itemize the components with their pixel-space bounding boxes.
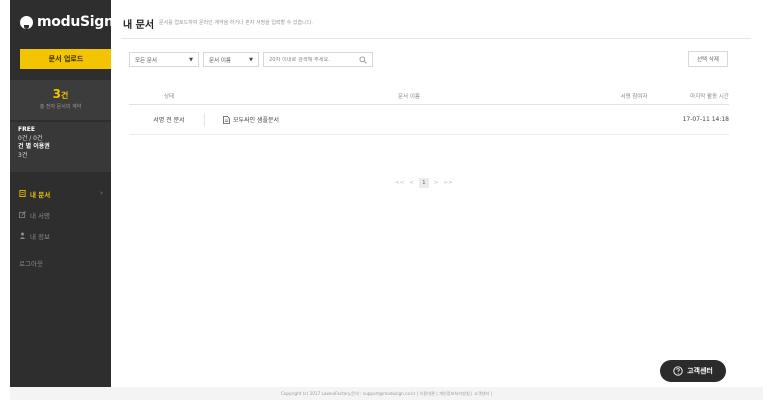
contract-count-label: 총 전자 문서의 계약 — [39, 104, 82, 110]
footer-link-support[interactable]: 고객센터 — [474, 391, 489, 397]
customer-center-button[interactable]: 고객센터 — [660, 360, 726, 382]
title-divider — [121, 38, 751, 39]
document-icon — [223, 115, 230, 124]
upload-document-button[interactable]: 문서 업로드 — [20, 49, 112, 69]
plan-monthly-value: 3건 — [18, 151, 28, 159]
search-field-select[interactable]: 문서 이름 ▼ — [203, 52, 259, 67]
logo[interactable]: moduSign — [20, 12, 114, 32]
plan-monthly-label: 건 별 이용권 — [18, 143, 50, 150]
next-page-button[interactable]: > — [434, 180, 439, 186]
footer-copyright: Copyright (c) 2017 LawnoFactory.문의 : sup… — [280, 390, 416, 396]
signature-pen-icon — [19, 211, 26, 218]
sidebar-item-label: 내 문서 — [30, 190, 51, 199]
customer-center-label: 고객센터 — [687, 367, 713, 375]
plan-usage: 0건 / 0건 — [18, 134, 43, 142]
status-filter-value: 모든 문서 — [135, 57, 157, 64]
sidebar-item-my-signatures[interactable]: 내 서명 — [10, 204, 111, 225]
header-last-activity[interactable]: 마지막 활동 시간 — [669, 92, 729, 100]
header-document-name[interactable]: 문서 이름 — [389, 92, 429, 100]
chevron-right-icon: › — [100, 189, 103, 197]
logo-text: moduSign — [37, 14, 114, 30]
search-icon[interactable] — [359, 55, 367, 64]
last-page-button[interactable]: >> — [443, 180, 452, 186]
contract-stats: 3건 총 전자 문서의 계약 — [10, 80, 111, 120]
delete-selected-button[interactable]: 선택 삭제 — [688, 51, 728, 67]
table-header: 상태 문서 이름 서명 참여자 마지막 활동 시간 — [129, 87, 729, 105]
caret-down-icon: ▼ — [189, 56, 193, 63]
sidebar: moduSign 문서 업로드 3건 총 전자 문서의 계약 FREE 0건 /… — [10, 0, 114, 387]
search-box — [263, 52, 373, 67]
sidebar-item-my-documents[interactable]: 내 문서 › — [10, 183, 111, 204]
main-content: 내 문서 문서를 업로드하여 온라인 계약을 하거나 혼자 서명을 입력할 수 … — [111, 0, 763, 387]
header-status[interactable]: 상태 — [149, 92, 189, 100]
plan-info: FREE 0건 / 0건 건 별 이용권 3건 — [10, 122, 111, 172]
table-row[interactable]: 서명 전 문서 모두싸인 샘플문서 17-07-11 14:18 — [129, 105, 729, 135]
first-page-button[interactable]: << — [395, 180, 404, 186]
search-input[interactable] — [269, 56, 357, 63]
page-title: 내 문서 — [123, 20, 155, 31]
contract-count-value: 3 — [52, 87, 61, 101]
document-icon — [19, 190, 26, 197]
sidebar-item-my-info[interactable]: 내 정보 — [10, 225, 111, 246]
contract-count: 3건 — [10, 87, 111, 101]
sidebar-item-label: 내 정보 — [30, 232, 51, 241]
logout-label: 로그아웃 — [19, 259, 43, 268]
logo-icon — [20, 15, 33, 29]
footer: Copyright (c) 2017 LawnoFactory.문의 : sup… — [10, 387, 763, 400]
status-filter-select[interactable]: 모든 문서 ▼ — [129, 52, 199, 67]
search-field-value: 문서 이름 — [209, 57, 231, 64]
filter-bar: 모든 문서 ▼ 문서 이름 ▼ — [129, 52, 373, 68]
documents-table: 상태 문서 이름 서명 참여자 마지막 활동 시간 서명 전 문서 모두싸인 샘… — [129, 87, 729, 135]
pagination: << < 1 > >> — [395, 178, 453, 188]
row-status: 서명 전 문서 — [153, 117, 185, 124]
sidebar-nav: 내 문서 › 내 서명 내 정보 로그아웃 — [10, 183, 111, 273]
caret-down-icon: ▼ — [249, 56, 253, 63]
page-number-current[interactable]: 1 — [418, 178, 429, 188]
header-signers[interactable]: 서명 참여자 — [614, 92, 654, 100]
contract-count-unit: 건 — [60, 91, 69, 100]
row-document-name[interactable]: 모두싸인 샘플문서 — [204, 112, 280, 127]
question-circle-icon — [673, 366, 683, 376]
footer-link-privacy[interactable]: 개인정보처리방침 — [439, 391, 470, 397]
plan-name: FREE — [18, 126, 35, 133]
row-document-name-text: 모두싸인 샘플문서 — [233, 117, 280, 124]
sidebar-item-label: 내 서명 — [30, 211, 51, 220]
logout-link[interactable]: 로그아웃 — [10, 252, 111, 273]
row-last-activity: 17-07-11 14:18 — [682, 116, 729, 123]
footer-link-terms[interactable]: 이용약관 — [420, 391, 435, 397]
prev-page-button[interactable]: < — [409, 180, 414, 186]
page-subtitle: 문서를 업로드하여 온라인 계약을 하거나 혼자 서명을 입력할 수 있습니다. — [159, 20, 313, 26]
user-icon — [19, 232, 26, 239]
